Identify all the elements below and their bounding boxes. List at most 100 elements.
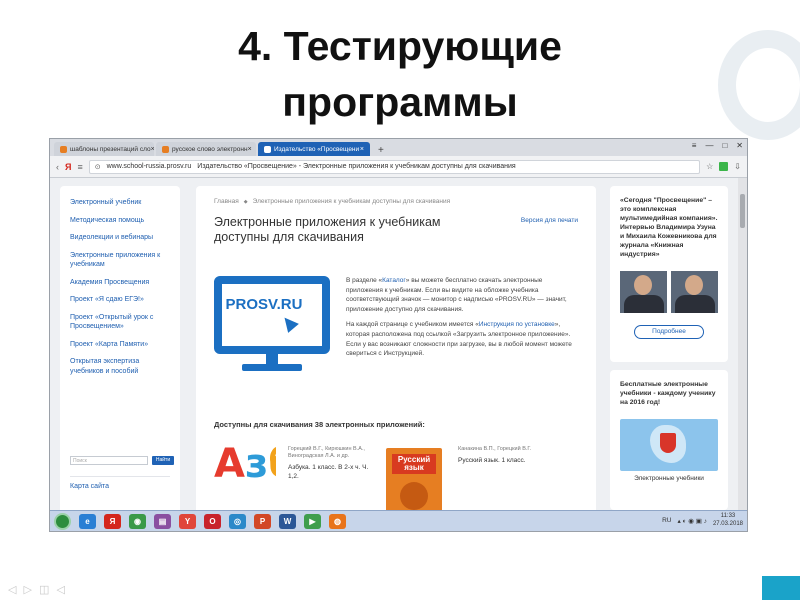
monitor-logo-text: PROSV.RU xyxy=(225,296,303,313)
description: В разделе «Каталог» вы можете бесплатно … xyxy=(346,276,576,365)
browser-screenshot: шаблоны презентаций сло × русское слово … xyxy=(49,138,748,532)
back-icon[interactable]: ‹ xyxy=(56,162,59,172)
catalog-link[interactable]: Каталог xyxy=(382,277,406,284)
breadcrumb-home[interactable]: Главная xyxy=(214,198,239,205)
tab-3-active[interactable]: Издательство «Просвещени × xyxy=(258,142,370,156)
nav-item-methodical-help[interactable]: Методическая помощь xyxy=(70,216,170,226)
menu-grid-icon[interactable]: ≡ xyxy=(77,162,82,172)
taskbar-apps: e Я ◉ ▤ Y O ◎ P W ▶ ◍ xyxy=(79,513,346,529)
cover-illustration xyxy=(400,482,428,510)
tray-icons[interactable]: ▴ ◐ ◉ ▣ ♪ xyxy=(677,517,706,525)
page-heading: Электронные приложения к учебникам досту… xyxy=(214,215,441,244)
nav-item-electronic-textbook[interactable]: Электронный учебник xyxy=(70,198,170,208)
book-title[interactable]: Русский язык. 1 класс. xyxy=(458,457,568,464)
breadcrumb-current: Электронные приложения к учебникам досту… xyxy=(252,198,451,205)
taskbar-app-blue-icon[interactable]: ◎ xyxy=(229,513,246,529)
taskbar-powerpoint-icon[interactable]: P xyxy=(254,513,271,529)
available-heading: Доступны для скачивания 38 электронных п… xyxy=(214,420,425,429)
maximize-icon[interactable]: □ xyxy=(722,141,727,150)
para1-text-a: В разделе « xyxy=(346,277,383,284)
photo-person-2 xyxy=(671,271,718,313)
slide-title: 4. Тестирующие программы xyxy=(0,18,800,130)
book-cover-russian[interactable]: Русский язык xyxy=(386,448,442,514)
promo-interview: «Сегодня "Просвещение" – это комплексная… xyxy=(610,186,728,362)
install-instructions-link[interactable]: Инструкция по установке xyxy=(479,321,555,328)
promo-free-textbooks-text[interactable]: Бесплатные электронные учебники - каждом… xyxy=(620,380,718,407)
url-page-title: Издательство «Просвещение» - Электронные… xyxy=(197,163,516,170)
address-bar: ‹ Я ≡ ⊙ www.school-russia.prosv.ru Издат… xyxy=(50,156,747,178)
nav-item-academy[interactable]: Академия Просвещения xyxy=(70,278,170,288)
close-icon[interactable]: × xyxy=(151,146,154,153)
promo-free-textbooks: Бесплатные электронные учебники - каждом… xyxy=(610,370,728,510)
scrollbar-thumb[interactable] xyxy=(740,194,745,228)
letter-z: з xyxy=(244,444,269,487)
system-tray: RU ▴ ◐ ◉ ▣ ♪ 11:33 27.03.2018 xyxy=(662,513,743,528)
promo-caption: Электронные учебники xyxy=(634,475,704,482)
nav-item-electronic-apps[interactable]: Электронные приложения к учебникам xyxy=(70,251,170,270)
downloads-icon[interactable]: ⇩ xyxy=(734,162,741,171)
url-field[interactable]: ⊙ www.school-russia.prosv.ru Издательств… xyxy=(88,159,701,174)
book-title[interactable]: Азбука. 1 класс. В 2-х ч. Ч. 1,2. xyxy=(288,464,378,481)
book-cover-azbuka[interactable]: Азб xyxy=(214,444,276,514)
nav-item-open-review[interactable]: Открытая экспертиза учебников и пособий xyxy=(70,357,170,376)
window-controls: ≡ — □ ✕ xyxy=(692,141,743,150)
protect-icon[interactable] xyxy=(719,162,729,171)
search-button[interactable]: Найти xyxy=(152,456,174,465)
main-content: Главная ◆ Электронные приложения к учебн… xyxy=(196,186,596,516)
close-window-icon[interactable]: ✕ xyxy=(736,141,743,150)
tab-2[interactable]: русское слово электронн × xyxy=(156,142,256,156)
new-tab-button[interactable]: + xyxy=(372,145,390,156)
address-actions: ☆ ⇩ xyxy=(706,162,741,171)
nav-item-ege-project[interactable]: Проект «Я сдаю ЕГЭ!» xyxy=(70,295,170,305)
tab-label: русское слово электронн xyxy=(172,145,248,153)
prosv-monitor-logo: PROSV.RU xyxy=(214,276,330,386)
url-host: www.school-russia.prosv.ru xyxy=(106,163,192,170)
print-version-link[interactable]: Версия для печати xyxy=(521,217,578,224)
nav-item-open-lesson[interactable]: Проект «Открытый урок с Просвещением» xyxy=(70,313,170,332)
menu-icon[interactable]: ≡ xyxy=(692,141,697,150)
taskbar-yandex-browser-icon[interactable]: Y xyxy=(179,513,196,529)
close-icon[interactable]: × xyxy=(248,146,252,153)
bookmark-icon[interactable]: ☆ xyxy=(706,162,713,171)
tab-bar: шаблоны презентаций сло × русское слово … xyxy=(50,139,747,156)
clock-time: 11:33 xyxy=(720,513,736,519)
book-info-russian: Канакина В.П., Горецкий В.Г. Русский язы… xyxy=(458,446,568,464)
start-button[interactable] xyxy=(54,512,71,530)
language-indicator[interactable]: RU xyxy=(662,517,671,524)
nav-item-video-lectures[interactable]: Видеолекции и вебинары xyxy=(70,233,170,243)
photo-person-1 xyxy=(620,271,667,313)
page-scrollbar[interactable] xyxy=(738,178,747,512)
taskbar-ie-icon[interactable]: e xyxy=(79,513,96,529)
tab-1[interactable]: шаблоны презентаций сло × xyxy=(54,142,154,156)
promo-photos xyxy=(620,271,718,313)
book-authors: Канакина В.П., Горецкий В.Г. xyxy=(458,446,532,452)
windows-taskbar: e Я ◉ ▤ Y O ◎ P W ▶ ◍ RU ▴ ◐ ◉ ▣ ♪ 11:33 27.03.201… xyxy=(50,510,747,531)
decorative-arrows: ◁ ▷ ◫ ◁ xyxy=(8,584,67,596)
taskbar-chrome-icon[interactable]: ◉ xyxy=(129,513,146,529)
sitemap-link[interactable]: Карта сайта xyxy=(70,476,170,490)
description-para-1: В разделе «Каталог» вы можете бесплатно … xyxy=(346,276,576,314)
taskbar-yandex-icon[interactable]: Я xyxy=(104,513,121,529)
book-authors: Горецкий В.Г., Кирюшкин В.А., Виноградск… xyxy=(288,446,365,459)
close-icon[interactable]: × xyxy=(360,146,364,153)
promo-banner-image[interactable] xyxy=(620,419,718,471)
letter-a: А xyxy=(214,444,245,487)
site-icon: ⊙ xyxy=(94,163,101,171)
minimize-icon[interactable]: — xyxy=(705,141,713,150)
description-para-2: На каждой странице с учебником имеется «… xyxy=(346,320,576,358)
yandex-logo[interactable]: Я xyxy=(65,162,71,172)
taskbar-media-player-icon[interactable]: ▶ xyxy=(304,513,321,529)
nav-item-memory-map[interactable]: Проект «Карта Памяти» xyxy=(70,340,170,350)
breadcrumb: Главная ◆ Электронные приложения к учебн… xyxy=(214,198,578,205)
more-button[interactable]: Подробнее xyxy=(634,325,704,339)
monitor-screen xyxy=(214,276,330,354)
taskbar-word-icon[interactable]: W xyxy=(279,513,296,529)
clock[interactable]: 11:33 27.03.2018 xyxy=(713,513,743,528)
search-input[interactable]: Поиск xyxy=(70,456,148,465)
taskbar-winrar-icon[interactable]: ▤ xyxy=(154,513,171,529)
taskbar-firefox-icon[interactable]: ◍ xyxy=(329,513,346,529)
taskbar-opera-icon[interactable]: O xyxy=(204,513,221,529)
promo-interview-text[interactable]: «Сегодня "Просвещение" – это комплексная… xyxy=(620,196,718,259)
coat-of-arms-icon xyxy=(660,433,676,453)
book-cover-label: Русский язык xyxy=(392,454,436,474)
